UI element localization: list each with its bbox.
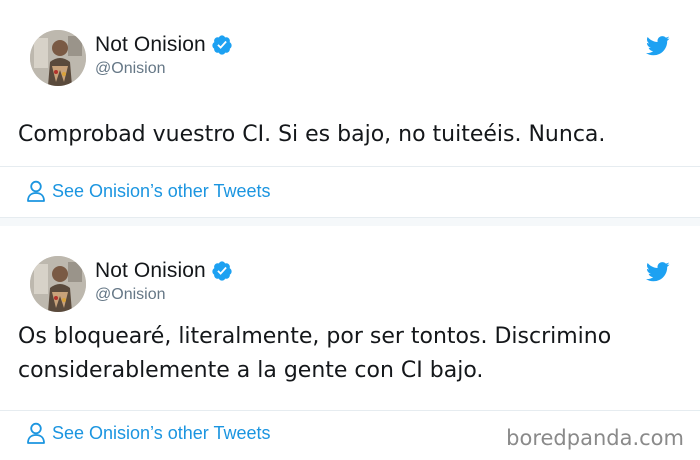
avatar[interactable] <box>30 256 86 312</box>
see-other-tweets-link[interactable]: See Onision’s other Tweets <box>26 180 270 202</box>
tweet-card[interactable]: Not Onision @Onision Comprobad vuestro C… <box>0 0 700 218</box>
person-icon <box>27 422 45 444</box>
see-other-tweets-link[interactable]: See Onision’s other Tweets <box>26 422 270 444</box>
tweet-header: Not Onision @Onision <box>30 30 670 90</box>
see-other-tweets-label[interactable]: See Onision’s other Tweets <box>52 423 270 444</box>
see-other-tweets-label[interactable]: See Onision’s other Tweets <box>52 181 270 202</box>
handle[interactable]: @Onision <box>95 60 233 78</box>
divider <box>0 410 700 411</box>
tweet-text: Os bloquearé, literalmente, por ser tont… <box>18 324 612 383</box>
tweet-header: Not Onision @Onision <box>30 256 670 316</box>
person-icon <box>27 180 45 202</box>
verified-badge-icon <box>212 261 232 281</box>
avatar[interactable] <box>30 30 86 86</box>
handle[interactable]: @Onision <box>95 286 233 304</box>
display-name[interactable]: Not Onision <box>95 259 206 283</box>
tweet-text: Comprobad vuestro CI. Si es bajo, no tui… <box>18 122 606 147</box>
tweet-card[interactable]: Not Onision @Onision Os bloquearé, liter… <box>0 226 700 460</box>
twitter-bird-icon[interactable] <box>646 36 670 56</box>
card-separator <box>0 218 700 226</box>
watermark: boredpanda.com <box>506 426 684 450</box>
display-name[interactable]: Not Onision <box>95 33 206 57</box>
divider <box>0 166 700 167</box>
twitter-bird-icon[interactable] <box>646 262 670 282</box>
verified-badge-icon <box>212 35 232 55</box>
